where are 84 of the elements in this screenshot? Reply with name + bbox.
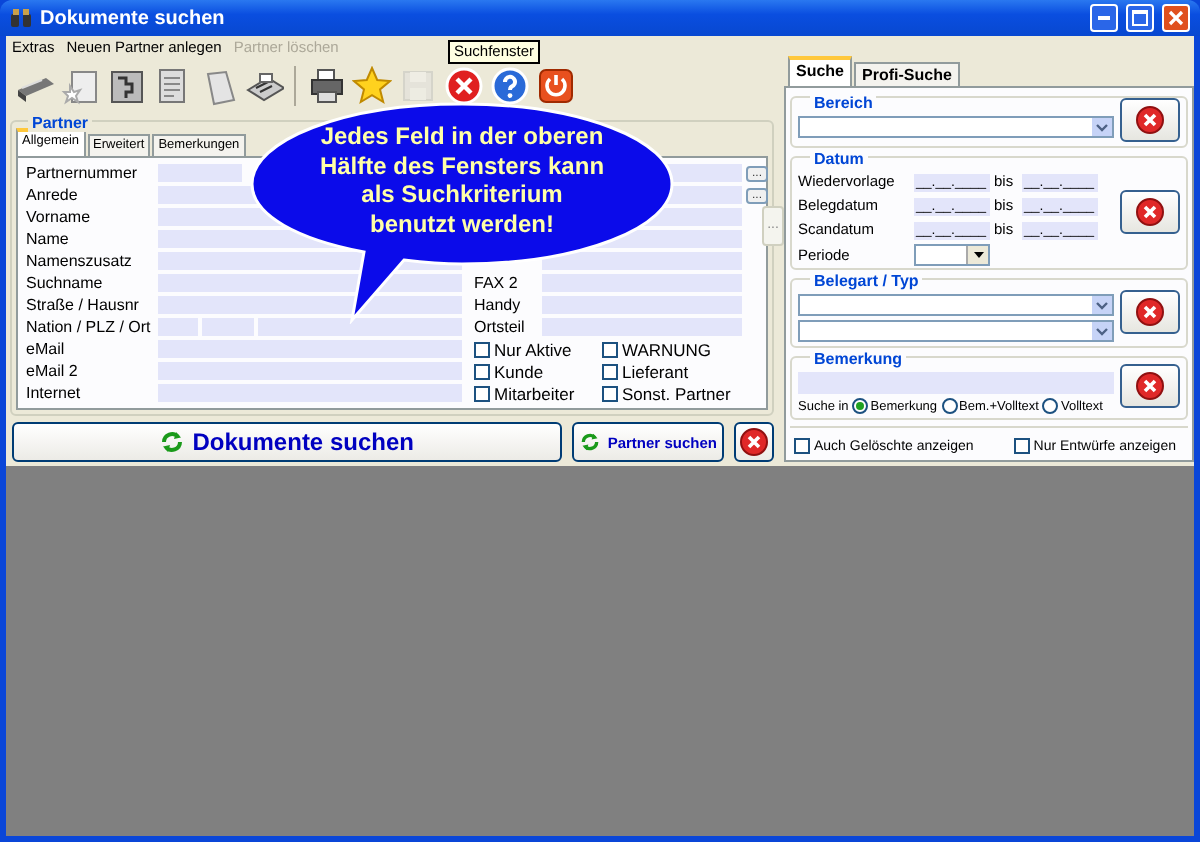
power-icon[interactable]: [536, 66, 576, 106]
input-field[interactable]: [798, 372, 1114, 394]
input-field[interactable]: [158, 164, 242, 182]
field-label: eMail 2: [26, 360, 80, 382]
cancel-icon: [1136, 197, 1164, 225]
group-title: Bereich: [810, 94, 877, 112]
clear-button[interactable]: [1120, 98, 1180, 142]
help-icon[interactable]: [490, 66, 530, 106]
field-label: eMail: [26, 338, 67, 360]
field-label: Ortsteil: [474, 316, 527, 338]
cancel-icon[interactable]: [444, 66, 484, 106]
group-title: Partner: [28, 114, 93, 132]
close-button[interactable]: [1162, 4, 1190, 32]
checkbox[interactable]: [602, 385, 618, 401]
checkbox[interactable]: [474, 341, 490, 357]
checkbox-label: Kunde: [494, 361, 544, 381]
field-label: Anrede: [26, 184, 80, 206]
chevron-icon: [1096, 327, 1108, 335]
checkbox-label: Nur Aktive: [494, 339, 572, 359]
checkbox[interactable]: [602, 363, 618, 379]
checkbox-label: WARNUNG: [622, 339, 712, 359]
binoculars-icon: [10, 8, 32, 28]
dropdown[interactable]: [914, 244, 990, 266]
input-field[interactable]: [542, 274, 742, 292]
clear-button[interactable]: [734, 422, 774, 462]
checkbox[interactable]: [474, 385, 490, 401]
checkbox-label: Lieferant: [622, 361, 689, 381]
field-label: Name: [26, 228, 71, 250]
input-field[interactable]: [158, 318, 198, 336]
field-label: Partnernummer: [26, 162, 140, 184]
field-label: Namenszusatz: [26, 250, 134, 272]
minimize-icon: [1098, 16, 1110, 20]
field-label: Vorname: [26, 206, 93, 228]
group-title: Belegart / Typ: [810, 272, 923, 290]
cancel-icon: [1136, 106, 1164, 134]
tab[interactable]: Profi-Suche: [854, 62, 960, 86]
close-icon: [1168, 10, 1184, 26]
group-title: Datum: [810, 150, 868, 168]
caret-icon: [973, 252, 983, 258]
star-icon[interactable]: [352, 66, 392, 106]
input-field[interactable]: [158, 296, 462, 314]
checkbox[interactable]: [602, 341, 618, 357]
radio-button[interactable]: [941, 398, 958, 414]
clear-button[interactable]: [1120, 364, 1180, 408]
maximize-button[interactable]: [1126, 4, 1154, 32]
input-field[interactable]: [258, 318, 462, 336]
checkbox-label: Mitarbeiter: [494, 383, 575, 403]
refresh-icon: [160, 430, 185, 454]
page-star-icon[interactable]: [60, 66, 100, 106]
group-title: Bemerkung: [810, 350, 907, 368]
input-field[interactable]: [202, 318, 254, 336]
search-documents-button[interactable]: Dokumente suchen: [12, 422, 563, 462]
cancel-icon: [1136, 297, 1164, 325]
field-label: Straße / Hausnr: [26, 294, 141, 316]
checkbox[interactable]: [1013, 438, 1030, 454]
chevron-icon: [1096, 123, 1108, 131]
printer-icon[interactable]: [306, 66, 346, 106]
input-field[interactable]: [158, 274, 462, 292]
input-field[interactable]: [542, 296, 742, 314]
refresh-icon: [579, 432, 600, 452]
field-label: Internet: [26, 382, 83, 404]
radio-button[interactable]: [1042, 398, 1059, 414]
input-field[interactable]: [158, 340, 462, 358]
field-label: Suchname: [26, 272, 105, 294]
field-label: FAX 2: [474, 272, 520, 294]
input-field[interactable]: [542, 252, 742, 270]
cancel-icon: [740, 428, 769, 456]
tab[interactable]: Suche: [788, 56, 853, 86]
checkbox[interactable]: [474, 363, 490, 379]
radio-button[interactable]: [852, 398, 869, 414]
minimize-button[interactable]: [1090, 4, 1118, 32]
maximize-icon: [1132, 10, 1148, 26]
window-title: Dokumente suchen: [40, 7, 227, 29]
cancel-icon: [1136, 372, 1164, 400]
input-field[interactable]: [542, 318, 742, 336]
checkbox-label: Sonst. Partner: [622, 383, 731, 403]
checkbox[interactable]: [794, 438, 810, 454]
clear-button[interactable]: [1120, 189, 1180, 233]
input-field[interactable]: [158, 384, 462, 402]
field-label: Nation / PLZ / Ort: [26, 316, 153, 338]
clear-button[interactable]: [1120, 289, 1180, 333]
field-label: Handy: [474, 294, 523, 316]
input-field[interactable]: [158, 362, 462, 380]
chevron-icon: [1096, 301, 1108, 309]
